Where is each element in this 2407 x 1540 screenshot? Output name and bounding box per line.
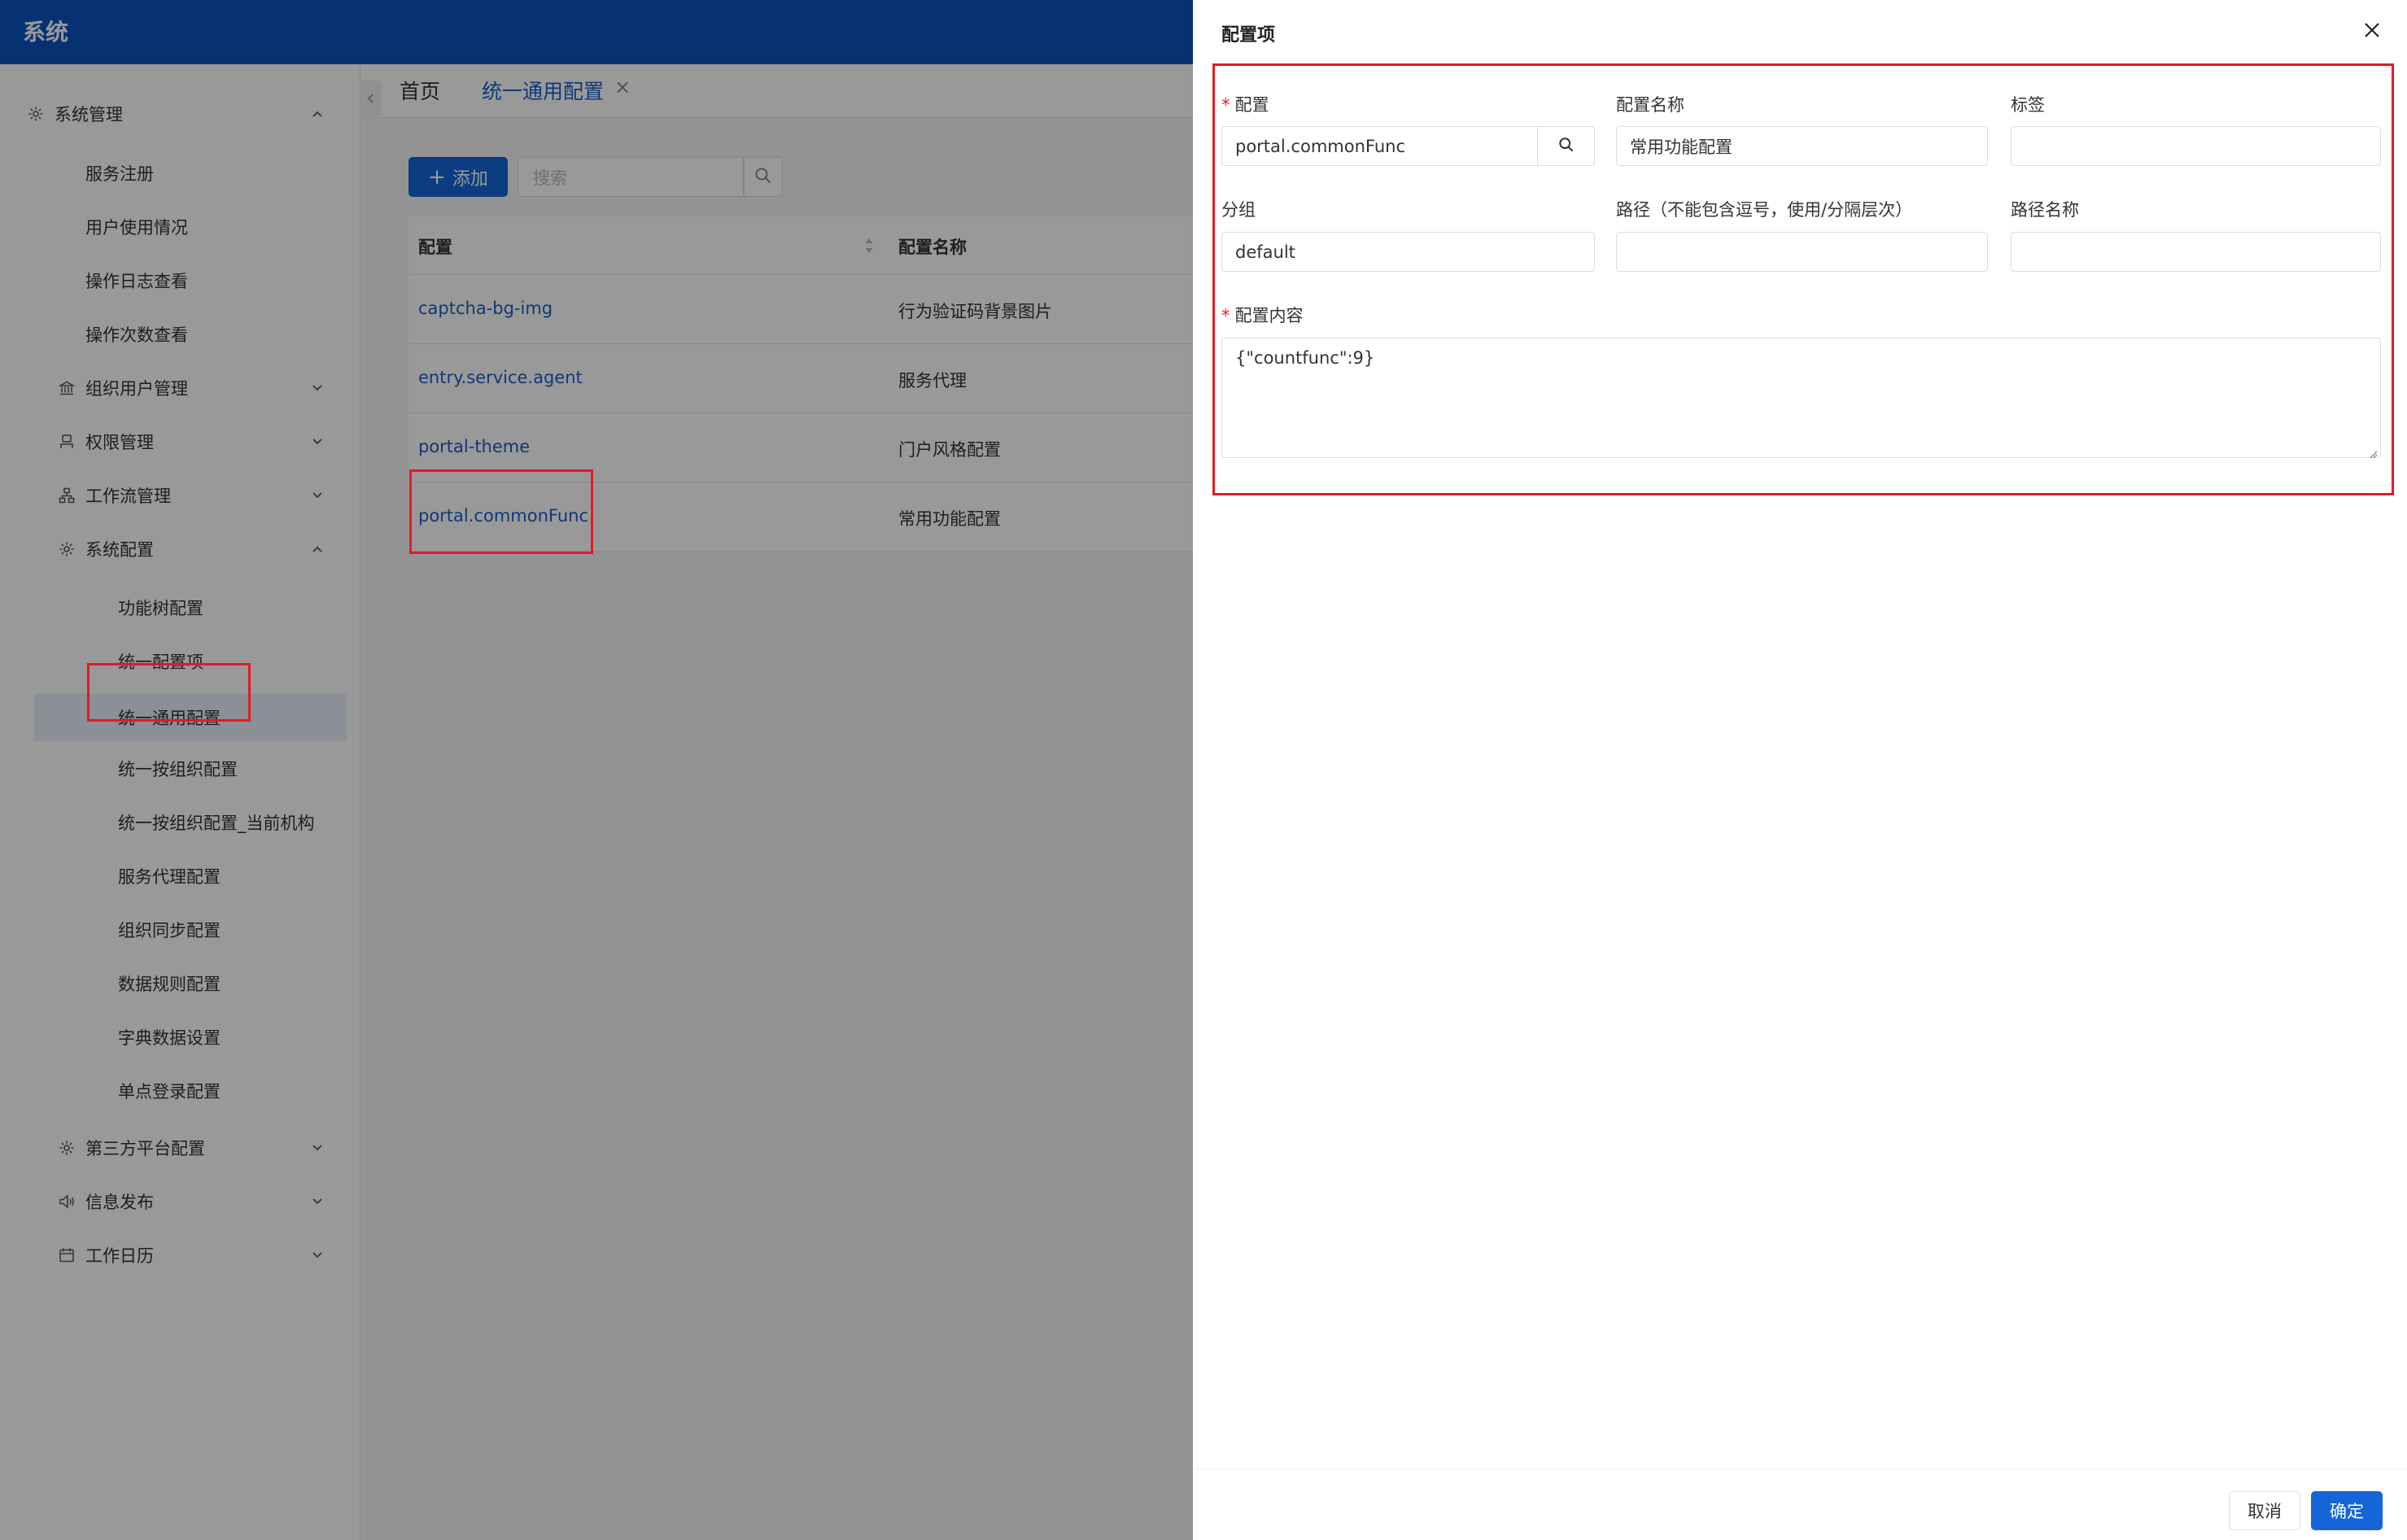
confirm-button[interactable]: 确定: [2311, 1491, 2383, 1530]
required-marker: *: [1221, 306, 1230, 325]
path-name-label: 路径名称: [2011, 200, 2079, 220]
drawer-footer-divider: [1193, 1468, 2407, 1469]
group-input[interactable]: default: [1221, 232, 1595, 272]
config-content-label: * 配置内容: [1221, 306, 1304, 325]
group-label: 分组: [1221, 200, 1256, 220]
tag-input[interactable]: [2011, 126, 2381, 166]
path-label: 路径（不能包含逗号，使用/分隔层次）: [1616, 200, 1913, 220]
drawer-title: 配置项: [1221, 25, 1276, 46]
path-input[interactable]: [1616, 232, 1988, 272]
config-key-search-button[interactable]: [1537, 126, 1595, 166]
config-content-textarea[interactable]: {"countfunc":9}: [1221, 338, 2381, 459]
cancel-button[interactable]: 取消: [2229, 1491, 2300, 1530]
modal-overlay[interactable]: [0, 0, 1193, 1540]
config-key-label: * 配置: [1221, 95, 1269, 115]
resize-handle-icon[interactable]: [2366, 443, 2378, 459]
config-name-label: 配置名称: [1616, 95, 1684, 115]
config-name-input[interactable]: 常用功能配置: [1616, 126, 1988, 166]
tag-label: 标签: [2011, 95, 2045, 115]
close-icon[interactable]: [2360, 18, 2384, 42]
required-marker: *: [1221, 95, 1230, 115]
path-name-input[interactable]: [2011, 232, 2381, 272]
config-drawer: 配置项 * 配置 portal.commonFunc 配置名称 常用功能配置 标签…: [1193, 0, 2407, 1540]
config-content-text: {"countfunc":9}: [1235, 348, 1375, 368]
search-icon: [1558, 137, 1575, 156]
config-key-input[interactable]: portal.commonFunc: [1221, 126, 1566, 166]
